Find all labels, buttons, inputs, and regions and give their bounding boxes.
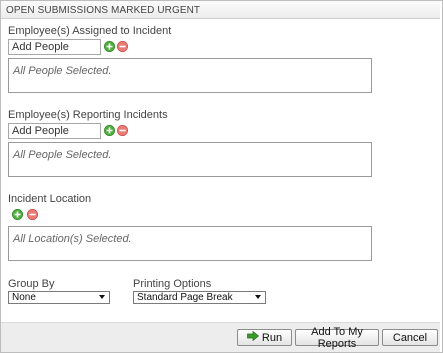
chevron-down-icon <box>99 295 105 299</box>
run-button[interactable]: Run <box>237 329 292 346</box>
group-by-select[interactable]: None <box>8 291 110 304</box>
chevron-down-icon <box>255 295 261 299</box>
reporting-label: Employee(s) Reporting Incidents <box>8 109 168 121</box>
group-by-selected-value: None <box>12 292 36 303</box>
dialog-title: OPEN SUBMISSIONS MARKED URGENT <box>6 5 201 16</box>
location-selection-text: All Location(s) Selected. <box>13 233 132 245</box>
location-remove-icon[interactable] <box>27 209 38 220</box>
group-by-label: Group By <box>8 278 55 290</box>
assigned-label: Employee(s) Assigned to Incident <box>8 25 172 37</box>
assigned-remove-icon[interactable] <box>117 41 128 52</box>
assigned-selection-box[interactable]: All People Selected. <box>8 58 372 93</box>
reporting-add-people-input[interactable] <box>8 123 101 139</box>
reporting-selection-text: All People Selected. <box>13 149 112 161</box>
add-to-my-reports-label: Add To My Reports <box>311 325 363 350</box>
add-to-my-reports-button[interactable]: Add To My Reports <box>295 326 379 350</box>
run-arrow-icon <box>247 330 259 344</box>
location-selection-box[interactable]: All Location(s) Selected. <box>8 226 372 261</box>
cancel-button[interactable]: Cancel <box>382 329 438 346</box>
cancel-button-label: Cancel <box>392 331 428 344</box>
reporting-selection-box[interactable]: All People Selected. <box>8 142 372 177</box>
title-bar: OPEN SUBMISSIONS MARKED URGENT <box>1 1 440 19</box>
assigned-selection-text: All People Selected. <box>13 65 112 77</box>
run-button-label: Run <box>261 331 283 344</box>
printing-options-selected-value: Standard Page Break <box>137 292 233 303</box>
assigned-add-people-input[interactable] <box>8 39 101 55</box>
location-label: Incident Location <box>8 193 92 205</box>
location-add-icon[interactable] <box>12 209 23 220</box>
printing-options-select[interactable]: Standard Page Break <box>133 291 266 304</box>
reporting-remove-icon[interactable] <box>117 125 128 136</box>
printing-options-label: Printing Options <box>133 278 212 290</box>
assigned-add-icon[interactable] <box>104 41 115 52</box>
reporting-add-icon[interactable] <box>104 125 115 136</box>
